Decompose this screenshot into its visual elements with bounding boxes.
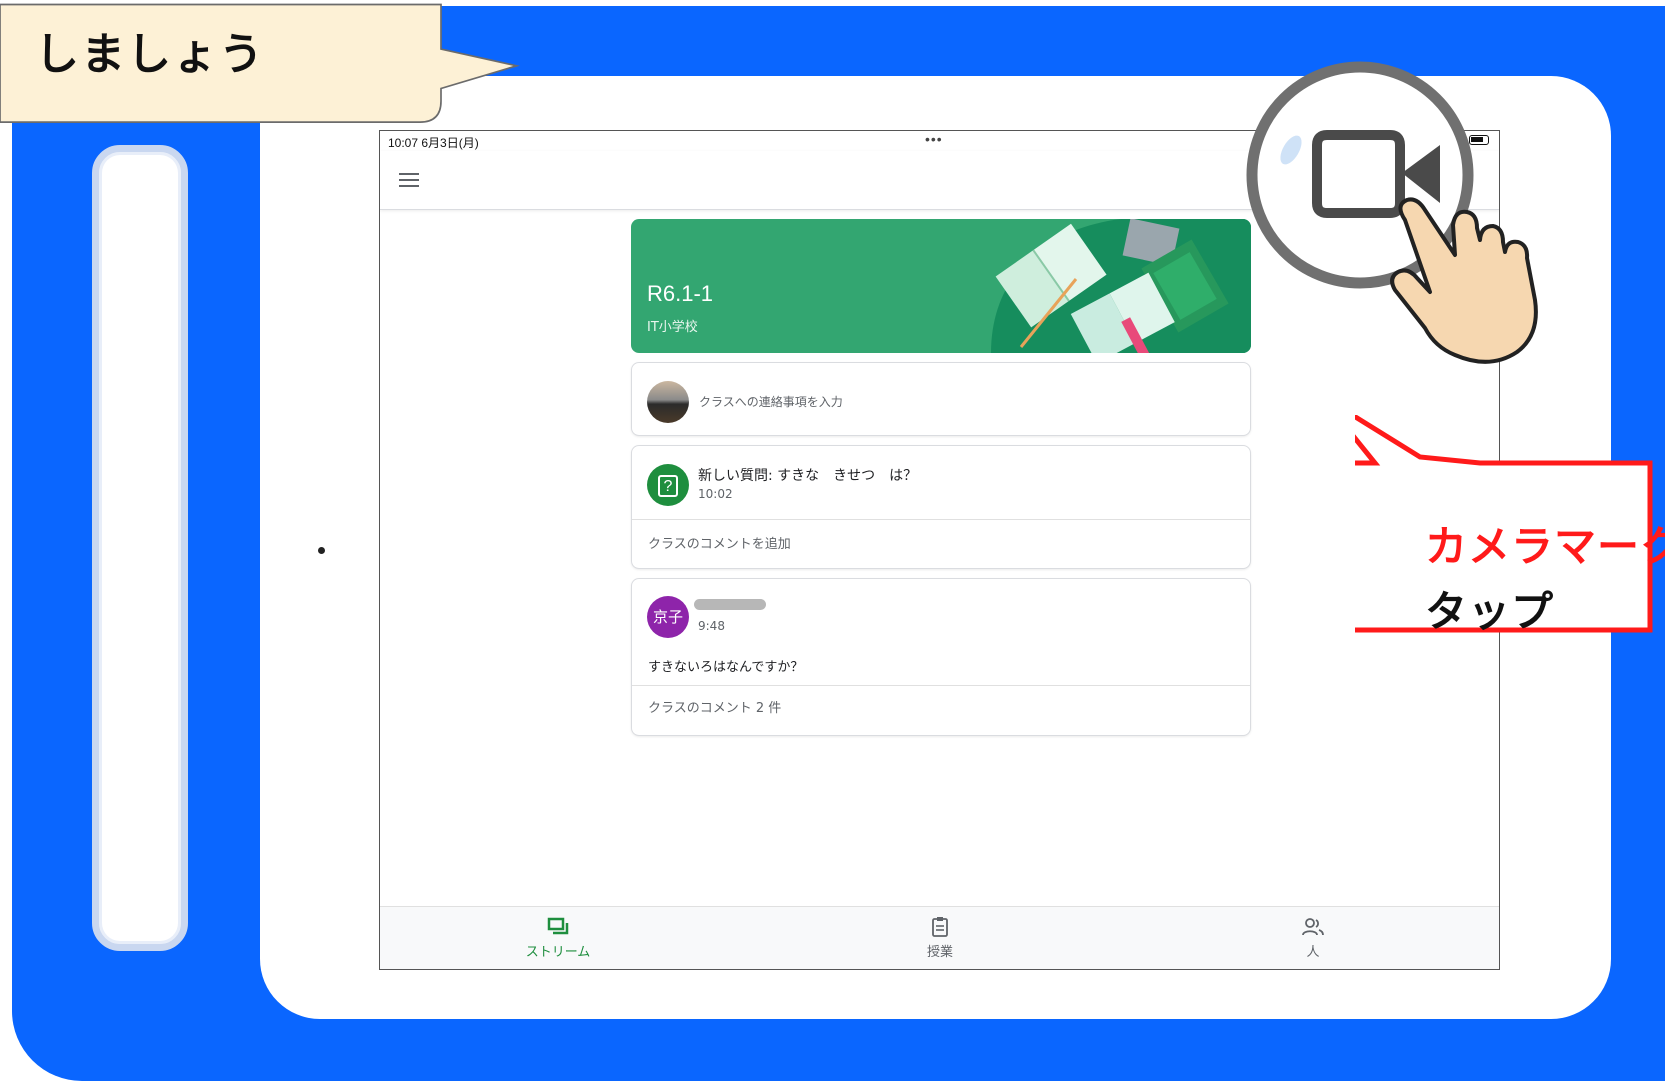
- announcement-input[interactable]: クラスへの連絡事項を入力: [631, 362, 1251, 436]
- stream-icon: [547, 917, 569, 935]
- callout-text-red: カメラマーク: [1425, 522, 1665, 571]
- callout-text-area: カメラマーク タップ: [1355, 415, 1665, 655]
- menu-icon[interactable]: [399, 173, 419, 187]
- tab-label: ストリーム: [525, 945, 591, 960]
- post-title: 新しい質問: すきな きせつ は？: [698, 468, 918, 484]
- blurred-username: [694, 599, 766, 610]
- tab-label: 人: [1306, 945, 1320, 960]
- divider: [632, 685, 1250, 686]
- instruction-text: しましょう: [35, 29, 265, 80]
- magnifier-highlight: [1246, 61, 1538, 364]
- add-comment-link[interactable]: クラスのコメントを追加: [648, 533, 791, 552]
- side-bar: [92, 145, 188, 951]
- multitask-dots[interactable]: •••: [925, 131, 943, 147]
- tab-people[interactable]: 人: [1253, 915, 1373, 960]
- status-time: 10:07 6月3日(月): [388, 136, 479, 150]
- class-subtitle: IT小学校: [647, 320, 698, 335]
- question-icon: ?: [647, 464, 689, 506]
- banner-illustration: [991, 219, 1251, 353]
- callout-text-black: タップ: [1425, 587, 1555, 636]
- post-body: すきないろはなんですか？: [648, 660, 804, 675]
- avatar: 京子: [647, 596, 689, 638]
- post-time: 9:48: [698, 619, 725, 633]
- pointing-hand-icon: [1390, 197, 1538, 364]
- question-post[interactable]: ? 新しい質問: すきな きせつ は？ 10:02 クラスのコメントを追加: [631, 445, 1251, 569]
- class-banner[interactable]: R6.1-1 IT小学校: [631, 219, 1251, 353]
- class-title: R6.1-1: [647, 281, 714, 306]
- announcement-placeholder: クラスへの連絡事項を入力: [699, 395, 843, 409]
- divider: [632, 519, 1250, 520]
- class-comments-link[interactable]: クラスのコメント 2 件: [648, 697, 781, 716]
- post-time: 10:02: [698, 487, 733, 501]
- tab-label: 授業: [926, 945, 953, 960]
- front-camera-dot: [318, 547, 325, 554]
- people-icon: [1302, 918, 1324, 936]
- classwork-icon: [932, 917, 948, 937]
- student-post[interactable]: 京子 9:48 すきないろはなんですか？ クラスのコメント 2 件: [631, 578, 1251, 736]
- tab-stream[interactable]: ストリーム: [498, 915, 618, 960]
- bottom-navigation: ストリーム 授業 人: [380, 906, 1499, 969]
- tab-classwork[interactable]: 授業: [880, 915, 1000, 960]
- user-avatar-photo: [647, 381, 689, 423]
